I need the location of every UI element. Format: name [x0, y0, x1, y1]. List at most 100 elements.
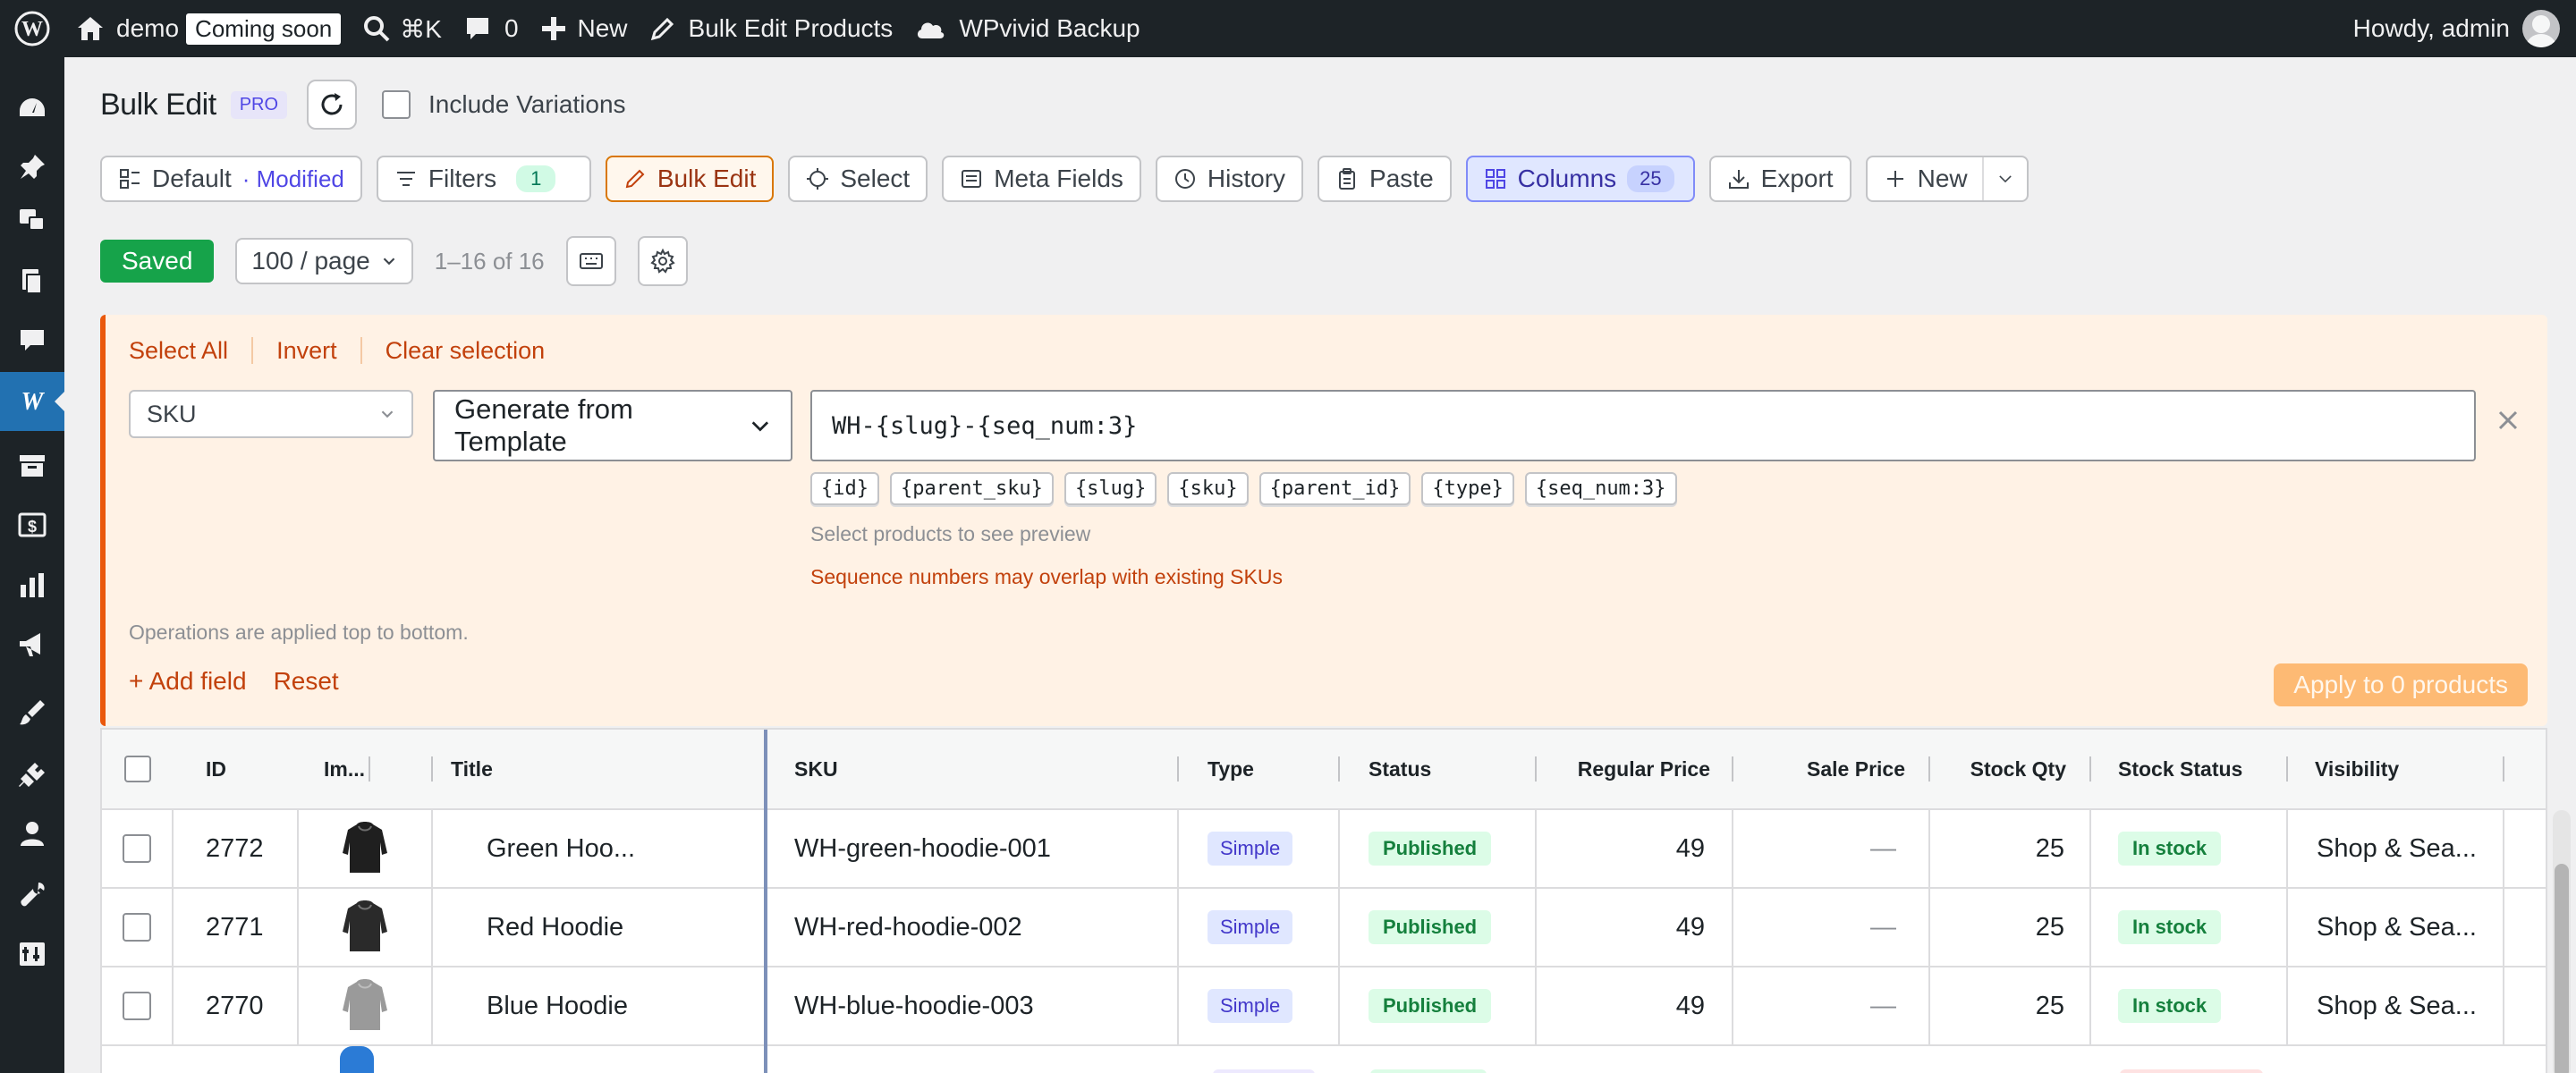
plugins-icon[interactable] [0, 746, 64, 805]
row-checkbox[interactable] [123, 834, 151, 863]
dashboard-icon[interactable] [0, 79, 64, 138]
refresh-button[interactable] [307, 80, 358, 130]
table-row[interactable]: 2772 Green Hoo... WH-green-hoodie-001 Simpl… [102, 810, 2546, 889]
cell-status[interactable]: Published [1340, 967, 1537, 1044]
cell-image[interactable] [299, 810, 433, 887]
select-all-link[interactable]: Select All [129, 337, 228, 365]
column-header-type[interactable]: Type [1179, 730, 1340, 808]
header-checkbox[interactable] [124, 756, 151, 782]
cell-title[interactable]: Red Hoodie [433, 889, 764, 966]
pages-icon[interactable] [0, 252, 64, 311]
template-input[interactable]: WH-{slug}-{seq_num:3} [810, 390, 2476, 461]
tools-wrench-icon[interactable] [0, 866, 64, 925]
cell-regular-price[interactable]: 49 [1537, 889, 1733, 966]
columns-button[interactable]: Columns 25 [1465, 156, 1695, 202]
appearance-brush-icon[interactable] [0, 683, 64, 742]
add-field-link[interactable]: + Add field [129, 667, 247, 696]
bulk-edit-button[interactable]: Bulk Edit [605, 156, 775, 202]
cell-regular-price[interactable]: 49 [1537, 810, 1733, 887]
column-header-regular-price[interactable]: Regular Price [1537, 730, 1733, 808]
cell-visibility[interactable]: Shop & Sea... [2288, 967, 2504, 1044]
settings-sliders-icon[interactable] [0, 925, 64, 984]
token-chip[interactable]: {parent_id} [1258, 472, 1411, 505]
new-dropdown-toggle[interactable] [1981, 157, 2027, 200]
include-variations-checkbox[interactable] [382, 90, 411, 119]
column-header-sku[interactable]: SKU [767, 730, 1179, 808]
cell-visibility[interactable]: Shop & Sea... [2288, 889, 2504, 966]
cell-type[interactable]: Simple [1179, 889, 1340, 966]
new-content-link[interactable]: New [530, 0, 639, 57]
woocommerce-icon[interactable]: W [0, 372, 64, 431]
cell-stock-qty[interactable]: 25 [1930, 967, 2091, 1044]
view-default-button[interactable]: Default · Modified [100, 156, 362, 202]
token-chip[interactable]: {seq_num:3} [1524, 472, 1677, 505]
cell-image[interactable] [299, 967, 433, 1044]
row-checkbox[interactable] [123, 913, 151, 942]
include-variations-toggle[interactable]: Include Variations [382, 90, 626, 119]
per-page-select[interactable]: 100 / page [235, 238, 413, 284]
keyboard-shortcuts-button[interactable] [565, 236, 616, 286]
cell-sku[interactable]: WH-green-hoodie-001 [767, 810, 1179, 887]
operation-select[interactable]: Generate from Template [433, 390, 792, 461]
apply-button[interactable]: Apply to 0 products [2274, 663, 2528, 706]
comments-menu-icon[interactable] [0, 311, 64, 370]
paste-button[interactable]: Paste [1318, 156, 1452, 202]
users-icon[interactable] [0, 805, 64, 864]
products-archive-icon[interactable] [0, 436, 64, 495]
token-chip[interactable]: {sku} [1167, 472, 1249, 505]
cell-sale-price[interactable]: — [1733, 810, 1930, 887]
row-checkbox[interactable] [123, 992, 151, 1020]
cell-stock-status[interactable]: In stock [2091, 889, 2288, 966]
token-chip[interactable]: {slug} [1063, 472, 1157, 505]
table-row[interactable]: 2770 Blue Hoodie WH-blue-hoodie-003 Simple P… [102, 967, 2546, 1046]
cell-sku[interactable]: WH-blue-hoodie-003 [767, 967, 1179, 1044]
media-icon[interactable] [0, 190, 64, 249]
cell-status[interactable]: Published [1340, 810, 1537, 887]
select-all-header[interactable] [102, 730, 174, 808]
invert-link[interactable]: Invert [276, 337, 337, 365]
clear-selection-link[interactable]: Clear selection [386, 337, 546, 365]
analytics-icon[interactable] [0, 556, 64, 615]
cell-type[interactable]: Simple [1179, 810, 1340, 887]
cell-stock-status[interactable]: In stock [2091, 810, 2288, 887]
column-header-sale-price[interactable]: Sale Price [1733, 730, 1930, 808]
posts-pin-icon[interactable] [0, 138, 64, 197]
cell-id[interactable]: 2771 [174, 889, 299, 966]
column-header-visibility[interactable]: Visibility [2288, 730, 2504, 808]
cell-sale-price[interactable]: — [1733, 889, 1930, 966]
cell-image[interactable] [299, 889, 433, 966]
token-chip[interactable]: {parent_sku} [889, 472, 1054, 505]
cell-stock-qty[interactable]: 25 [1930, 810, 2091, 887]
cell-regular-price[interactable]: 49 [1537, 967, 1733, 1044]
cell-title[interactable]: Blue Hoodie [433, 967, 764, 1044]
cell-title[interactable]: Green Hoo... [433, 810, 764, 887]
cell-stock-qty[interactable]: 25 [1930, 889, 2091, 966]
meta-fields-button[interactable]: Meta Fields [942, 156, 1141, 202]
column-header-stock-status[interactable]: Stock Status [2091, 730, 2288, 808]
new-dropdown-button[interactable]: New [1865, 156, 2029, 202]
cell-type[interactable]: Simple [1179, 967, 1340, 1044]
column-header-title[interactable]: Title [433, 730, 764, 808]
comments-link[interactable]: 0 [453, 0, 530, 57]
export-button[interactable]: Export [1708, 156, 1852, 202]
remove-field-button[interactable] [2490, 402, 2526, 438]
cell-sku[interactable]: WH-red-hoodie-002 [767, 889, 1179, 966]
history-button[interactable]: History [1155, 156, 1304, 202]
select-button[interactable]: Select [788, 156, 928, 202]
row-select-cell[interactable] [102, 889, 174, 966]
settings-button[interactable] [637, 236, 688, 286]
column-header-status[interactable]: Status [1340, 730, 1537, 808]
table-row[interactable]: 2771 Red Hoodie WH-red-hoodie-002 Simple Pub… [102, 889, 2546, 967]
reset-link[interactable]: Reset [274, 667, 339, 696]
wpvivid-backup-link[interactable]: WPvivid Backup [903, 0, 1150, 57]
site-name-link[interactable]: demo Coming soon [64, 0, 352, 57]
my-account[interactable]: Howdy, admin [2353, 0, 2560, 57]
row-select-cell[interactable] [102, 967, 174, 1044]
bulk-edit-products-link[interactable]: Bulk Edit Products [639, 0, 904, 57]
command-search-button[interactable]: ⌘K [352, 0, 453, 57]
marketing-megaphone-icon[interactable] [0, 615, 64, 674]
wordpress-logo-icon[interactable]: W [0, 0, 64, 57]
field-select[interactable]: SKU [129, 390, 413, 438]
cell-status[interactable]: Published [1340, 889, 1537, 966]
filters-button[interactable]: Filters 1 [376, 156, 591, 202]
